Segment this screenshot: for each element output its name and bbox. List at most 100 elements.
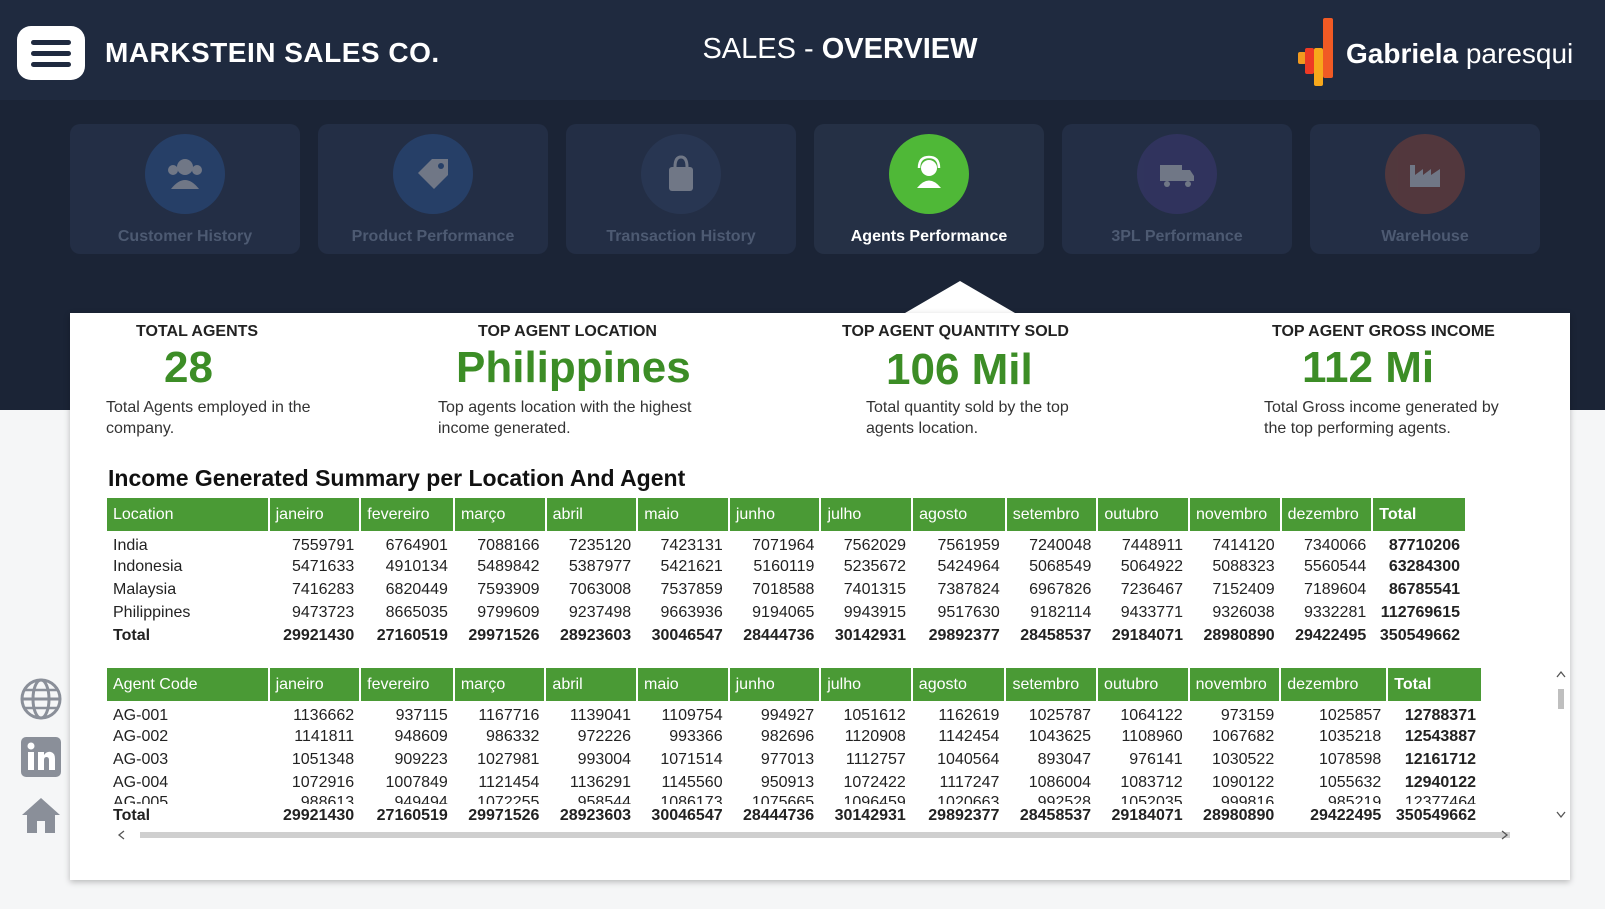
linkedin-icon[interactable] [18, 734, 64, 780]
row-label-cell: Indonesia [113, 557, 183, 575]
value-cell: 1139041 [569, 707, 632, 724]
tab-product-performance[interactable]: Product Performance [318, 124, 548, 254]
value-cell: 7235120 [568, 537, 632, 554]
value-cell: 1112757 [845, 750, 906, 768]
column-header[interactable]: setembro [1005, 498, 1099, 531]
column-header[interactable]: Total [1372, 498, 1467, 531]
value-cell: 1067682 [1211, 727, 1275, 745]
vertical-scrollbar[interactable] [1555, 667, 1567, 827]
kpi-description: Total quantity sold by the top agents lo… [866, 399, 1069, 437]
value-cell: 1096459 [843, 794, 906, 804]
column-header[interactable]: janeiro [268, 668, 362, 701]
tab-label: Transaction History [606, 228, 756, 245]
author-name: Gabriela paresqui [1346, 38, 1573, 70]
value-cell: 350549662 [1379, 626, 1460, 644]
value-cell: 5560544 [1303, 557, 1367, 575]
column-header[interactable]: maio [637, 668, 730, 701]
column-header[interactable]: outubro [1097, 498, 1190, 531]
globe-icon[interactable] [18, 676, 64, 722]
value-cell: 7562029 [843, 537, 907, 554]
value-cell: 1051348 [291, 750, 355, 768]
value-cell: 29921430 [283, 626, 355, 644]
home-icon[interactable] [18, 792, 64, 838]
table-row: AG-002 1141811 948609 986332 972226 993366 982… [107, 725, 1482, 748]
value-cell: 28980890 [1203, 626, 1275, 644]
value-cell: 1167716 [478, 707, 540, 724]
row-label-cell: AG-005 [113, 794, 169, 804]
column-header[interactable]: junho [728, 498, 822, 531]
value-cell: 12940122 [1404, 773, 1476, 791]
value-cell: 909223 [394, 750, 448, 768]
column-header[interactable]: dezembro [1280, 668, 1389, 701]
column-header[interactable]: setembro [1005, 668, 1099, 701]
tab-3pl-performance[interactable]: 3PL Performance [1062, 124, 1292, 254]
value-cell: 29422495 [1295, 626, 1367, 644]
column-header[interactable]: fevereiro [360, 498, 455, 531]
value-cell: 1136291 [569, 773, 632, 791]
value-cell: 6820449 [385, 580, 448, 598]
tab-warehouse[interactable]: WareHouse [1310, 124, 1540, 254]
value-cell: 972226 [577, 727, 632, 745]
column-header[interactable]: Location [107, 498, 270, 531]
author-first-name: Gabriela [1346, 38, 1459, 69]
value-cell: 976141 [1129, 750, 1183, 768]
column-header[interactable]: novembro [1189, 498, 1282, 531]
value-cell: 999816 [1220, 794, 1275, 804]
value-cell: 5489842 [477, 557, 540, 575]
value-cell: 1071514 [660, 750, 723, 768]
tab-label: Customer History [117, 228, 253, 245]
value-cell: 1025787 [1028, 707, 1092, 724]
value-cell: 1040564 [937, 750, 1000, 768]
agents-panel: TOTAL AGENTS 28 Total Agents employed in… [70, 313, 1570, 880]
column-header[interactable]: agosto [912, 498, 1007, 531]
tab-label: WareHouse [1381, 228, 1469, 245]
column-header[interactable]: outubro [1097, 668, 1190, 701]
kpi-top-agent-gross-income: TOP AGENT GROSS INCOME 112 Mi Total Gros… [1264, 323, 1524, 439]
section-title: Income Generated Summary per Location An… [108, 465, 686, 491]
kpi-value: 112 Mi [1302, 343, 1435, 392]
column-header[interactable]: junho [728, 668, 822, 701]
kpi-description: Total Gross income generated by the top … [1264, 399, 1499, 437]
tab-agents-performance[interactable]: Agents Performance [814, 124, 1044, 254]
column-header[interactable]: julho [820, 668, 913, 701]
value-cell: 12543887 [1404, 727, 1476, 745]
kpi-total-agents: TOTAL AGENTS 28 Total Agents employed in… [106, 323, 346, 439]
column-header[interactable]: agosto [911, 668, 1007, 701]
value-cell: 950913 [760, 773, 815, 791]
table-row: AG-004 1072916 1007849 1121454 1136291 114556… [107, 771, 1482, 794]
table-row: Indonesia 5471633 4910134 5489842 5387977 542… [107, 555, 1466, 578]
value-cell: 958544 [577, 794, 632, 804]
value-cell: 992528 [1037, 794, 1092, 804]
value-cell: 977013 [760, 750, 815, 768]
page-title-prefix: SALES - [702, 33, 822, 65]
column-header[interactable]: abril [545, 668, 639, 701]
column-header[interactable]: julho [820, 498, 914, 531]
value-cell: 5424964 [937, 557, 1000, 575]
row-label-cell: Philippines [113, 603, 191, 621]
value-cell: 1035218 [1318, 727, 1382, 745]
column-header[interactable]: março [453, 498, 547, 531]
table-total-row: Total 29921430 27160519 29971526 28923603 300… [107, 624, 1466, 647]
shopping-bag-icon [641, 134, 721, 214]
column-header[interactable]: novembro [1188, 668, 1282, 701]
column-header[interactable]: fevereiro [360, 668, 455, 701]
row-label-cell: AG-002 [113, 727, 169, 745]
column-header[interactable]: maio [637, 498, 730, 531]
value-cell: 7416283 [291, 580, 355, 598]
tab-customer-history[interactable]: Customer History [70, 124, 300, 254]
column-header[interactable]: Agent Code [107, 668, 270, 701]
value-cell: 27160519 [376, 626, 448, 644]
value-cell: 9433771 [1120, 603, 1183, 621]
column-header[interactable]: abril [545, 498, 639, 531]
column-header[interactable]: dezembro [1280, 498, 1374, 531]
kpi-top-agent-location: TOP AGENT LOCATION Philippines Top agent… [438, 323, 728, 439]
value-cell: 350549662 [1395, 806, 1476, 824]
value-cell: 7423131 [660, 537, 723, 554]
tab-transaction-history[interactable]: Transaction History [566, 124, 796, 254]
horizontal-scrollbar[interactable] [110, 828, 1550, 842]
value-cell: 7401315 [843, 580, 907, 598]
column-header[interactable]: Total [1387, 668, 1483, 701]
column-header[interactable]: março [453, 668, 547, 701]
column-header[interactable]: janeiro [268, 498, 362, 531]
value-cell: 1043625 [1028, 727, 1092, 745]
